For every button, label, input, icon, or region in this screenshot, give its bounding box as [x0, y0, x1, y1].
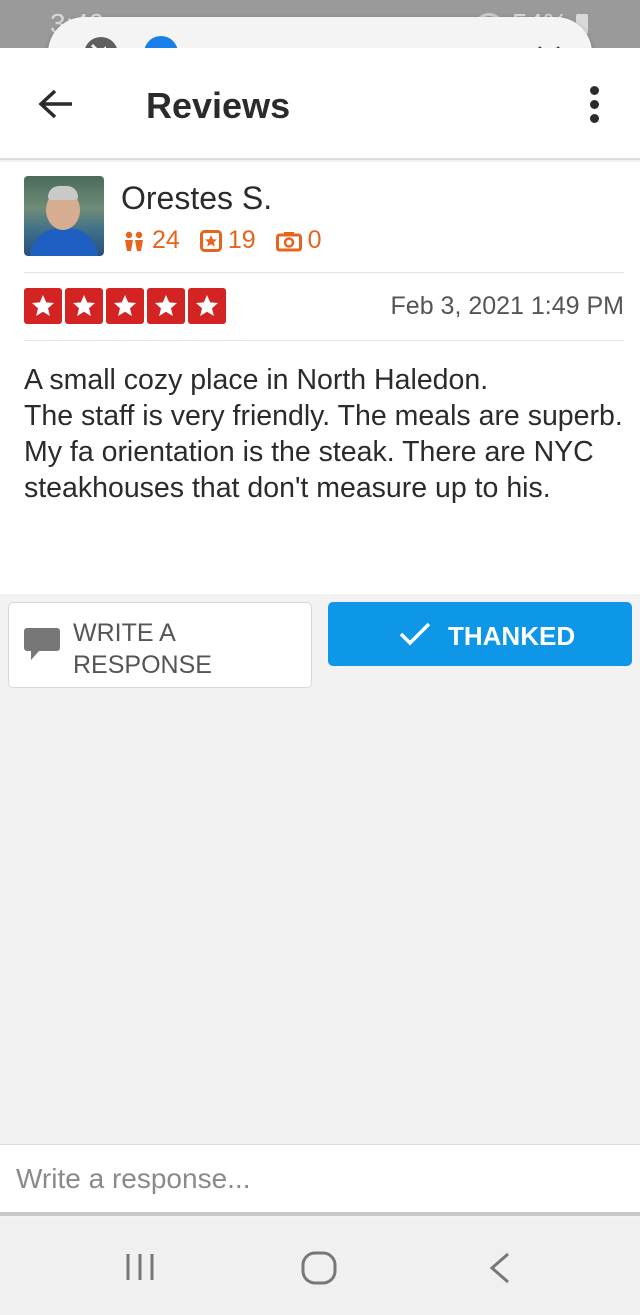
- app-bar: Reviews: [0, 48, 640, 160]
- star-icon: [65, 288, 103, 324]
- reviewer-stats: 24 19 0: [122, 226, 342, 255]
- camera-icon: [275, 231, 302, 251]
- review-text-line: The staff is very friendly. The meals ar…: [24, 400, 623, 432]
- star-icon: [147, 288, 185, 324]
- page-title: Reviews: [146, 85, 291, 126]
- speech-bubble-icon: [24, 628, 60, 660]
- thanked-label: THANKED: [448, 621, 576, 651]
- more-vertical-icon[interactable]: [590, 86, 602, 128]
- review-text-line: My fa orientation is the steak. There ar…: [24, 436, 594, 504]
- back-nav-icon[interactable]: [486, 1250, 514, 1286]
- home-icon[interactable]: [300, 1250, 338, 1286]
- arrow-left-icon[interactable]: [38, 88, 74, 120]
- photos-count: 0: [307, 226, 322, 254]
- review-card: Orestes S. 24 19 0 Feb 3, 2021 1:49 PM A…: [0, 162, 640, 594]
- recent-apps-icon[interactable]: [124, 1250, 156, 1284]
- reviewer-name[interactable]: Orestes S.: [121, 180, 272, 217]
- thanked-button[interactable]: THANKED: [328, 602, 632, 666]
- star-rating: [24, 288, 226, 324]
- review-date: Feb 3, 2021 1:49 PM: [390, 292, 624, 320]
- friends-icon: [125, 231, 143, 251]
- star-icon: [24, 288, 62, 324]
- response-bar: [0, 1144, 640, 1216]
- friends-stat: 24: [122, 226, 180, 255]
- avatar[interactable]: [24, 176, 104, 256]
- review-text: A small cozy place in North Haledon. The…: [24, 362, 624, 506]
- reviews-count: 19: [227, 226, 256, 254]
- write-response-label: WRITE A RESPONSE: [73, 619, 212, 679]
- reviews-stat: 19: [199, 226, 256, 255]
- system-nav-bar: [0, 1220, 640, 1315]
- star-icon: [188, 288, 226, 324]
- divider: [24, 340, 624, 341]
- star-badge-icon: [199, 229, 222, 252]
- photos-stat: 0: [275, 226, 322, 255]
- friends-count: 24: [152, 226, 180, 254]
- response-input[interactable]: [16, 1159, 616, 1199]
- divider: [24, 272, 624, 273]
- check-icon: [399, 622, 431, 646]
- write-response-button[interactable]: WRITE A RESPONSE: [8, 602, 312, 688]
- review-text-line: A small cozy place in North Haledon.: [24, 364, 489, 396]
- star-icon: [106, 288, 144, 324]
